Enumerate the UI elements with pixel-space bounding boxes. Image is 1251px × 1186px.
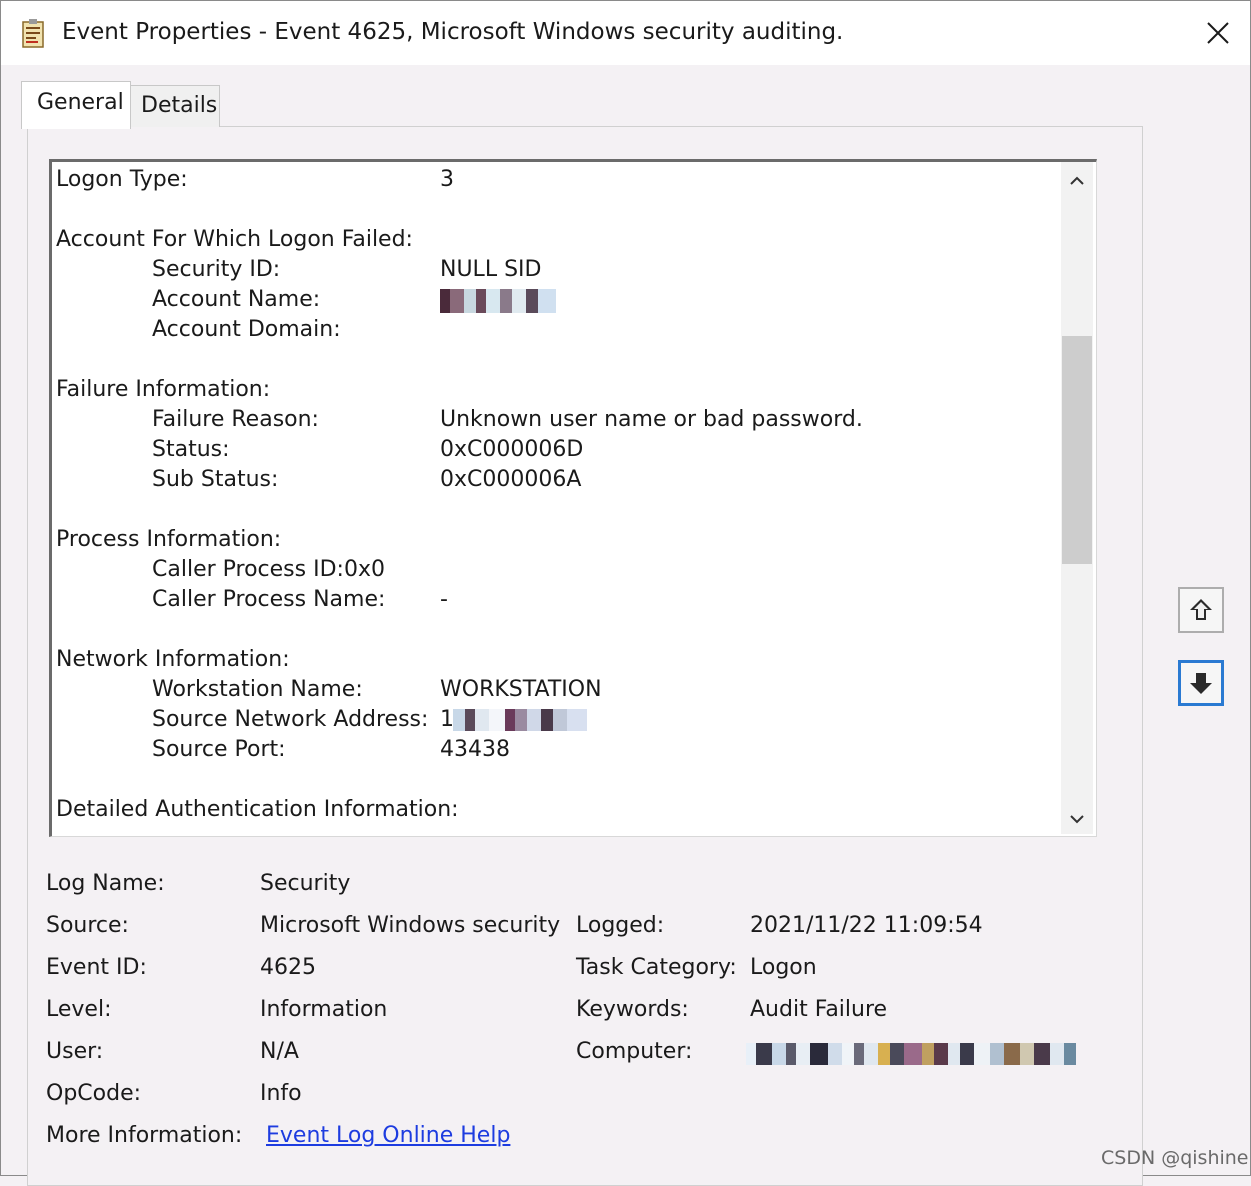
user-label: User:	[46, 1039, 104, 1064]
keywords-value: Audit Failure	[750, 997, 888, 1022]
opcode-label: OpCode:	[46, 1081, 142, 1106]
tab-general[interactable]: General	[21, 81, 131, 129]
failure-section-header: Failure Information:	[56, 377, 271, 402]
scroll-up-icon[interactable]	[1067, 171, 1087, 191]
source-port-label: Source Port:	[152, 737, 286, 762]
scroll-down-icon[interactable]	[1067, 809, 1087, 829]
level-value: Information	[260, 997, 388, 1022]
caller-process-name-value: -	[440, 587, 448, 612]
source-address-label: Source Network Address:	[152, 707, 429, 732]
log-name-value: Security	[260, 871, 351, 896]
caller-process-id-value: 0x0	[344, 557, 386, 582]
caller-process-name-label: Caller Process Name:	[152, 587, 386, 612]
auth-section-header: Detailed Authentication Information:	[56, 797, 459, 822]
tab-general-label: General	[37, 90, 124, 115]
sub-status-label: Sub Status:	[152, 467, 279, 492]
event-id-label: Event ID:	[46, 955, 147, 980]
description-scroll-thumb[interactable]	[1062, 336, 1092, 564]
source-port-value: 43438	[440, 737, 510, 762]
logged-label: Logged:	[576, 913, 665, 938]
window-title: Event Properties - Event 4625, Microsoft…	[62, 19, 844, 45]
status-label: Status:	[152, 437, 230, 462]
event-id-value: 4625	[260, 955, 316, 980]
close-button[interactable]	[1198, 13, 1238, 53]
tab-details-label: Details	[141, 93, 218, 118]
task-category-label: Task Category:	[576, 955, 737, 980]
source-address-prefix: 1	[440, 707, 454, 732]
opcode-value: Info	[260, 1081, 302, 1106]
failure-reason-label: Failure Reason:	[152, 407, 319, 432]
computer-label: Computer:	[576, 1039, 693, 1064]
network-section-header: Network Information:	[56, 647, 290, 672]
source-value: Microsoft Windows security	[260, 913, 561, 938]
event-log-icon	[21, 19, 47, 49]
workstation-name-label: Workstation Name:	[152, 677, 363, 702]
tab-details[interactable]: Details	[130, 85, 220, 127]
workstation-name-value: WORKSTATION	[440, 677, 602, 702]
logon-type-value: 3	[440, 167, 454, 192]
logon-type-label: Logon Type:	[56, 167, 188, 192]
watermark: CSDN @qishine	[1101, 1147, 1249, 1169]
source-label: Source:	[46, 913, 129, 938]
account-domain-label: Account Domain:	[152, 317, 341, 342]
user-value: N/A	[260, 1039, 299, 1064]
source-address-redacted	[453, 709, 587, 731]
caller-process-id-label: Caller Process ID:	[152, 557, 344, 582]
failure-reason-value: Unknown user name or bad password.	[440, 407, 863, 432]
security-id-value: NULL SID	[440, 257, 542, 282]
security-id-label: Security ID:	[152, 257, 281, 282]
more-information-label: More Information:	[46, 1123, 243, 1148]
arrow-down-icon	[1190, 673, 1212, 694]
account-name-redacted	[440, 289, 556, 313]
process-section-header: Process Information:	[56, 527, 282, 552]
level-label: Level:	[46, 997, 112, 1022]
sub-status-value: 0xC000006A	[440, 467, 582, 492]
next-event-button[interactable]	[1178, 660, 1224, 706]
close-icon	[1207, 22, 1229, 44]
computer-value-redacted	[746, 1043, 1076, 1065]
previous-event-button[interactable]	[1178, 587, 1224, 633]
status-value: 0xC000006D	[440, 437, 584, 462]
logged-value: 2021/11/22 11:09:54	[750, 913, 983, 938]
arrow-up-icon	[1190, 599, 1212, 620]
event-properties-window: Event Properties - Event 4625, Microsoft…	[0, 0, 1251, 1186]
log-name-label: Log Name:	[46, 871, 165, 896]
keywords-label: Keywords:	[576, 997, 689, 1022]
title-bar: Event Properties - Event 4625, Microsoft…	[1, 1, 1250, 65]
account-section-header: Account For Which Logon Failed:	[56, 227, 413, 252]
event-log-online-help-link[interactable]: Event Log Online Help	[266, 1123, 510, 1148]
account-name-label: Account Name:	[152, 287, 321, 312]
task-category-value: Logon	[750, 955, 817, 980]
